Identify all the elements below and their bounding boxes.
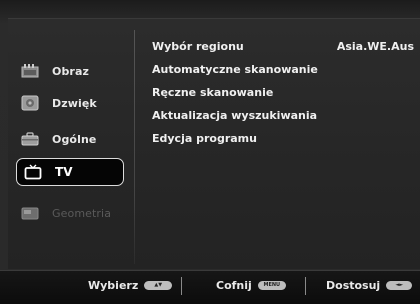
hint-adjust-label: Dostosuj [326,279,381,292]
sidebar-item-ogolne[interactable]: Ogólne [14,126,122,152]
menu-item-manual-scan[interactable]: Ręczne skanowanie [152,86,273,99]
hint-separator [305,277,306,295]
menu-item-program-edit[interactable]: Edycja programu [152,132,257,145]
hint-adjust: Dostosuj ◄► [326,279,413,292]
region-value: Asia.WE.Aus [336,40,414,53]
tv-icon [23,164,43,180]
hint-bar: Wybierz ▲▼ Cofnij MENU Dostosuj ◄► [0,270,420,304]
menu-item-update-scan[interactable]: Aktualizacja wyszukiwania [152,109,317,122]
sidebar-item-label: Dzwięk [52,96,97,110]
hint-back: Cofnij MENU [216,279,286,292]
sidebar-item-dzwiek[interactable]: Dzwięk [14,90,122,116]
sidebar-item-tv[interactable]: TV [16,158,124,186]
sidebar-item-obraz[interactable]: Obraz [14,58,122,84]
left-right-key-icon: ◄► [386,281,413,290]
menu-key-icon: MENU [257,281,286,290]
sound-icon [20,95,40,111]
hint-select-label: Wybierz [88,279,139,292]
general-icon [20,131,40,147]
up-down-key-icon: ▲▼ [144,281,173,290]
sidebar-item-label: TV [55,165,73,179]
menu-item-auto-scan[interactable]: Automatyczne skanowanie [152,63,318,76]
column-divider [134,30,135,264]
hint-separator [181,277,182,295]
hint-back-label: Cofnij [216,279,252,292]
sidebar-item-label: Geometria [52,206,112,220]
geometry-icon [20,205,40,221]
menu-item-region[interactable]: Wybór regionu [152,40,244,53]
tv-osd-screen: Obraz Dzwięk Ogólne TV Geometria Wybór r… [0,0,420,304]
sidebar-item-label: Ogólne [52,132,97,146]
hint-select: Wybierz ▲▼ [88,279,173,292]
sidebar-item-label: Obraz [52,64,89,78]
sidebar-item-geometria[interactable]: Geometria [14,200,122,226]
picture-icon [20,63,40,79]
